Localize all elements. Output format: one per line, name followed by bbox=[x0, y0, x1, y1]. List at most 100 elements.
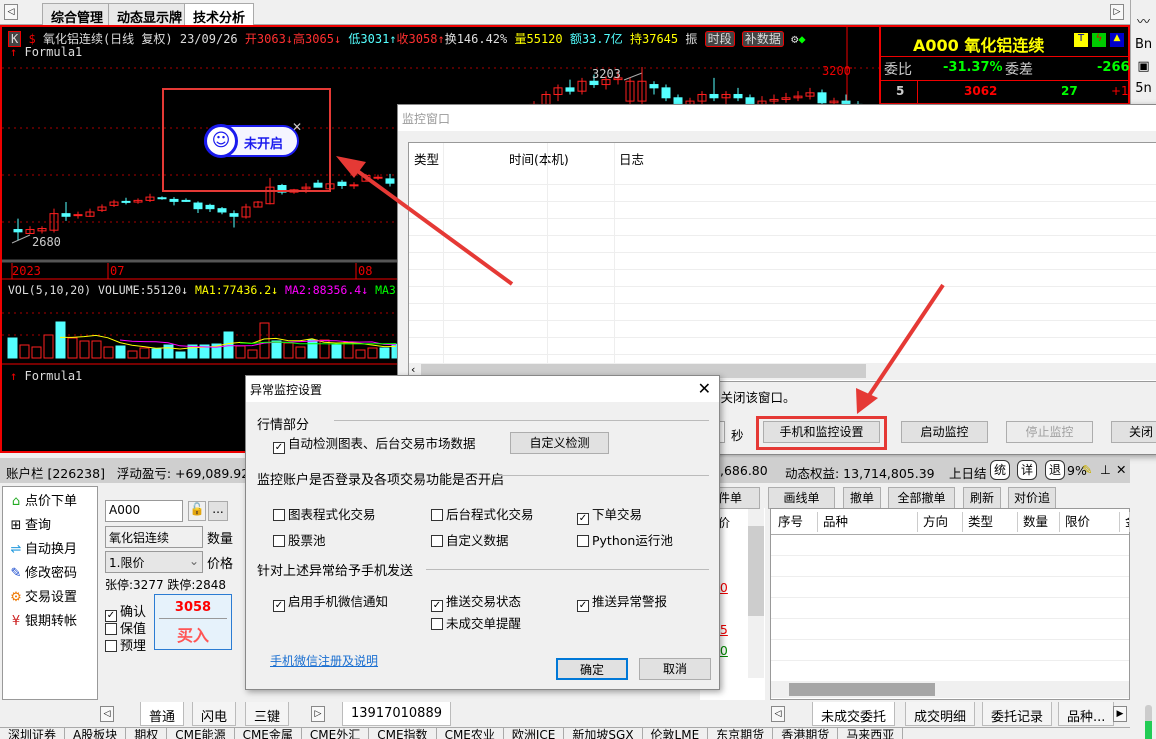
nav-bank-transfer[interactable]: ¥ 银期转帐 bbox=[3, 607, 97, 631]
monitor-log-table[interactable]: 类型 时间(本机) 日志 ‹ bbox=[408, 142, 1156, 382]
left-tabs-scroll-left[interactable]: ◁ bbox=[100, 706, 114, 722]
cancel-all-button[interactable]: 全部撤单 bbox=[888, 487, 955, 509]
line-order-button[interactable]: 画线单 bbox=[768, 487, 835, 509]
unlock-icon[interactable]: 🔓 bbox=[188, 501, 206, 521]
monitor-option-checkbox[interactable]: 图表程式化交易 bbox=[273, 504, 376, 523]
cancel-button[interactable]: 取消 bbox=[639, 658, 711, 680]
market-tab[interactable]: 深圳证券 bbox=[0, 728, 66, 739]
detail-button[interactable]: 详 bbox=[1017, 460, 1037, 480]
checkbox[interactable]: ✓ bbox=[431, 600, 443, 612]
monitor-option-checkbox[interactable]: 自定义数据 bbox=[431, 530, 509, 549]
col-log[interactable]: 日志 bbox=[619, 149, 644, 168]
market-tab[interactable]: 欧洲ICE bbox=[504, 728, 565, 739]
col-type[interactable]: 类型 bbox=[414, 149, 439, 168]
phone-option-checkbox[interactable]: ✓ 推送交易状态 bbox=[431, 591, 521, 612]
market-tab[interactable]: 期权 bbox=[126, 728, 168, 739]
tab-trade-details[interactable]: 成交明细 bbox=[905, 702, 976, 726]
formula-label[interactable]: ↑ Formula1 bbox=[10, 45, 82, 59]
col-amount[interactable]: 金 bbox=[1120, 512, 1130, 532]
horizontal-scrollbar[interactable] bbox=[771, 681, 1129, 698]
right-tabs-scroll-left[interactable]: ◁ bbox=[771, 706, 785, 722]
bar-5n-icon[interactable]: 5n bbox=[1135, 78, 1152, 100]
nav-click-order[interactable]: ⌂ 点价下单 bbox=[3, 487, 97, 511]
market-tab[interactable]: A股板块 bbox=[65, 728, 127, 739]
tab-dynamic-board[interactable]: 动态显示牌 bbox=[108, 3, 192, 26]
pending-orders-table[interactable]: 序号 品种 方向 类型 数量 限价 金 bbox=[770, 508, 1130, 700]
vertical-scrollbar[interactable] bbox=[748, 508, 764, 678]
auto-detect-checkbox[interactable]: ✓ 自动检测图表、后台交易市场数据 bbox=[273, 433, 476, 454]
chase-price-button[interactable]: 对价追 bbox=[1008, 487, 1056, 509]
market-tab[interactable]: CME能源 bbox=[167, 728, 235, 739]
checkbox[interactable] bbox=[431, 618, 443, 630]
up-arrow-icon[interactable]: ▲ bbox=[1110, 33, 1124, 47]
dialog-close-icon[interactable]: ✕ bbox=[698, 379, 711, 398]
chart-window-icon[interactable]: ▣ bbox=[1135, 56, 1152, 78]
market-tab[interactable]: 马来西亚 bbox=[838, 728, 904, 739]
tool-icon[interactable]: ✎ bbox=[1082, 462, 1092, 477]
cancel-order-button[interactable]: 撤单 bbox=[843, 487, 881, 509]
col-type[interactable]: 类型 bbox=[963, 512, 1018, 532]
col-symbol[interactable]: 品种 bbox=[818, 512, 918, 532]
phone-option-checkbox[interactable]: 未成交单提醒 bbox=[431, 613, 521, 632]
checkbox[interactable]: ✓ bbox=[577, 600, 589, 612]
nav-trade-settings[interactable]: ⚙ 交易设置 bbox=[3, 583, 97, 607]
summary-button[interactable]: 统 bbox=[990, 460, 1010, 480]
market-tab[interactable]: 伦敦LME bbox=[643, 728, 709, 739]
monitor-option-checkbox[interactable]: 股票池 bbox=[273, 530, 326, 549]
phone-option-checkbox[interactable]: ✓ 启用手机微信通知 bbox=[273, 591, 388, 612]
nav-auto-rollover[interactable]: ⇌ 自动换月 bbox=[3, 535, 97, 559]
badge-close-icon[interactable]: ✕ bbox=[292, 120, 302, 134]
tab-flash[interactable]: 闪电 bbox=[192, 702, 237, 726]
diamond-icon[interactable]: ◆ bbox=[798, 32, 805, 46]
checkbox[interactable] bbox=[577, 535, 589, 547]
nav-change-password[interactable]: ✎ 修改密码 bbox=[3, 559, 97, 583]
stop-monitor-button[interactable]: 停止监控 bbox=[1006, 421, 1093, 443]
tab-scroll-left-button[interactable]: ◁ bbox=[4, 4, 18, 20]
wechat-register-link[interactable]: 手机微信注册及说明 bbox=[270, 652, 378, 669]
col-quantity[interactable]: 数量 bbox=[1018, 512, 1060, 532]
order-type-select[interactable]: 1.限价 ⌄ bbox=[105, 551, 203, 573]
left-tabs-scroll-right[interactable]: ▷ bbox=[311, 706, 325, 722]
tab-overview[interactable]: 综合管理 bbox=[42, 3, 113, 26]
close-monitor-button[interactable]: 关闭 bbox=[1111, 421, 1156, 443]
market-tab[interactable]: CME农业 bbox=[437, 728, 504, 739]
start-monitor-button[interactable]: 启动监控 bbox=[901, 421, 988, 443]
col-seq[interactable]: 序号 bbox=[773, 512, 818, 532]
checkbox[interactable]: ✓ bbox=[273, 600, 285, 612]
preset-checkbox[interactable]: 预埋 bbox=[105, 635, 146, 654]
checkbox[interactable] bbox=[431, 509, 443, 521]
fill-data-button[interactable]: 补数据 bbox=[741, 31, 784, 47]
tab-technical-analysis[interactable]: 技术分析 bbox=[184, 3, 255, 26]
tab-scroll-right-button[interactable]: ▷ bbox=[1110, 4, 1124, 20]
monitor-option-checkbox[interactable]: Python运行池 bbox=[577, 530, 673, 549]
ok-button[interactable]: 确定 bbox=[556, 658, 628, 680]
col-direction[interactable]: 方向 bbox=[918, 512, 963, 532]
lightning-icon[interactable]: ϟ bbox=[1092, 33, 1106, 47]
monitor-option-checkbox[interactable]: ✓ 下单交易 bbox=[577, 504, 642, 525]
account-tab[interactable]: 13917010889 bbox=[342, 702, 451, 726]
bar-8n-icon[interactable]: Bn bbox=[1135, 34, 1152, 56]
monitor-status-badge[interactable]: ☺ 未开启 bbox=[204, 124, 299, 158]
line-chart-icon[interactable]: 〰 bbox=[1135, 12, 1152, 34]
market-tab[interactable]: 香港期货 bbox=[773, 728, 839, 739]
logout-button[interactable]: 退 bbox=[1045, 460, 1065, 480]
buy-button[interactable]: 3058 买入 bbox=[154, 594, 232, 650]
col-time[interactable]: 时间(本机) bbox=[509, 149, 569, 168]
tab-instruments[interactable]: 品种... bbox=[1058, 702, 1115, 726]
monitor-option-checkbox[interactable]: 后台程式化交易 bbox=[431, 504, 534, 523]
t-icon[interactable]: T bbox=[1074, 33, 1088, 47]
pin-icon[interactable]: ⊥ bbox=[1100, 462, 1111, 477]
tab-pending-orders[interactable]: 未成交委托 bbox=[812, 702, 896, 726]
market-tab[interactable]: 新加坡SGX bbox=[564, 728, 643, 739]
tab-three-key[interactable]: 三键 bbox=[245, 702, 290, 726]
tab-normal[interactable]: 普通 bbox=[140, 702, 185, 726]
formula-label-2[interactable]: ↑ Formula1 bbox=[10, 369, 82, 383]
custom-detect-button[interactable]: 自定义检测 bbox=[510, 432, 609, 454]
close-panel-icon[interactable]: ✕ bbox=[1116, 462, 1126, 477]
col-limit-price[interactable]: 限价 bbox=[1060, 512, 1120, 532]
market-tab[interactable]: CME指数 bbox=[369, 728, 437, 739]
refresh-button[interactable]: 刷新 bbox=[963, 487, 1001, 509]
nav-query[interactable]: ⊞ 查询 bbox=[3, 511, 97, 535]
checkbox[interactable] bbox=[431, 535, 443, 547]
market-tab[interactable]: 东京期货 bbox=[708, 728, 774, 739]
